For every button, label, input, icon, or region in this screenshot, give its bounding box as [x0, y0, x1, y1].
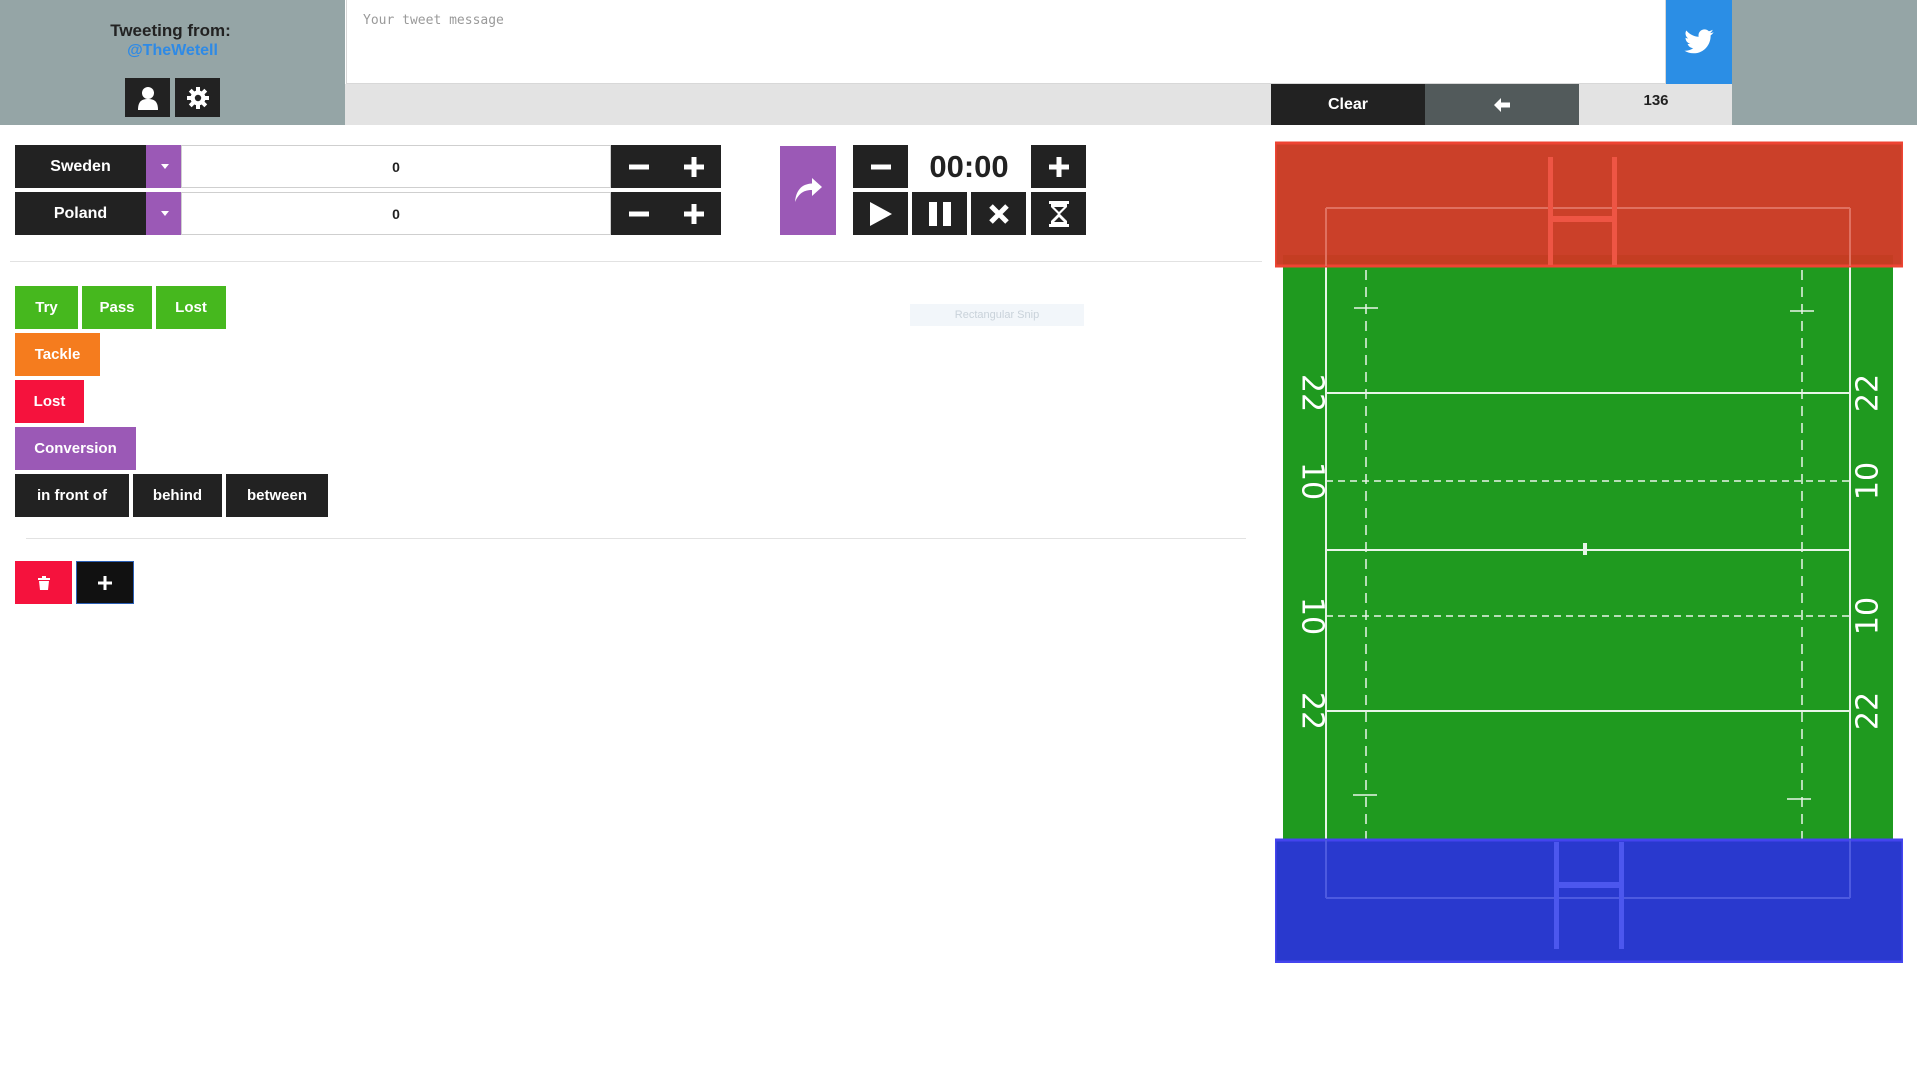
play-icon [869, 201, 892, 226]
clock-minus-button[interactable] [853, 145, 908, 188]
tweeting-from-label: Tweeting from: [110, 21, 231, 40]
10-label-left-bottom: 10 [1295, 597, 1330, 635]
team-2-dropdown[interactable] [146, 192, 183, 235]
delete-button[interactable] [15, 561, 72, 604]
minus-icon [628, 211, 649, 216]
snip-tooltip: Rectangular Snip [910, 304, 1084, 326]
account-panel [0, 0, 345, 125]
back-button[interactable] [1425, 84, 1579, 125]
goal-post-left [1554, 842, 1559, 949]
22-label-right-bottom: 22 [1851, 692, 1886, 730]
bottom-in-goal-zone [1275, 838, 1903, 963]
conversion-button[interactable]: Conversion [15, 427, 136, 470]
plus-icon [1048, 156, 1069, 177]
hourglass-icon [1048, 200, 1069, 227]
twitter-bird-icon [1684, 29, 1714, 54]
clock-pause-button[interactable] [912, 192, 967, 235]
goal-post-left [1548, 157, 1553, 265]
team-1-score[interactable] [181, 145, 611, 188]
trash-icon [37, 575, 50, 590]
22-label-left-top: 22 [1295, 374, 1330, 412]
behind-button[interactable]: behind [133, 474, 222, 517]
plus-icon [683, 156, 704, 177]
team-1-dropdown[interactable] [146, 145, 183, 188]
team-1-name[interactable]: Sweden [15, 145, 146, 188]
chevron-down-icon [160, 211, 169, 216]
lost-tackle-button[interactable]: Lost [15, 380, 84, 423]
clock-timer-button[interactable] [1031, 192, 1086, 235]
rugby-pitch[interactable]: 22 10 10 22 22 10 10 22 [1275, 140, 1903, 963]
10-label-right-top: 10 [1851, 462, 1886, 500]
team-2-minus-button[interactable] [611, 192, 666, 235]
tackle-button[interactable]: Tackle [15, 333, 100, 376]
account-button[interactable] [125, 78, 170, 117]
clock-play-button[interactable] [853, 192, 908, 235]
match-clock: 00:00 [929, 149, 1009, 184]
team-1-minus-button[interactable] [611, 145, 666, 188]
goal-crossbar [1548, 216, 1617, 222]
send-tweet-button[interactable] [1666, 0, 1732, 84]
header-right-panel [1732, 0, 1917, 125]
team-1-plus-button[interactable] [666, 145, 721, 188]
team-2-score[interactable] [181, 192, 611, 235]
try-button[interactable]: Try [15, 286, 78, 329]
goal-crossbar [1554, 882, 1624, 888]
clock-reset-button[interactable] [971, 192, 1026, 235]
goal-post-right [1612, 157, 1617, 265]
chevron-down-icon [160, 164, 169, 169]
minus-icon [628, 164, 649, 169]
section-divider [10, 261, 1262, 262]
close-icon [988, 203, 1009, 224]
22-label-right-top: 22 [1851, 374, 1886, 412]
settings-button[interactable] [175, 78, 220, 117]
top-in-goal-zone [1275, 141, 1903, 268]
10-label-left-top: 10 [1295, 462, 1330, 500]
pass-button[interactable]: Pass [82, 286, 152, 329]
section-divider [26, 538, 1246, 539]
between-button[interactable]: between [226, 474, 328, 517]
lost-possession-button[interactable]: Lost [156, 286, 226, 329]
twitter-handle-link[interactable]: @TheWetell [0, 42, 345, 60]
goal-post-right [1619, 842, 1624, 949]
clock-plus-button[interactable] [1031, 145, 1086, 188]
10-label-right-bottom: 10 [1851, 597, 1886, 635]
clear-button[interactable]: Clear [1271, 84, 1425, 125]
gear-icon [186, 86, 209, 109]
team-2-plus-button[interactable] [666, 192, 721, 235]
character-count: 136 [1643, 92, 1669, 109]
plus-icon [683, 203, 704, 224]
plus-icon [98, 575, 112, 590]
user-icon [137, 86, 158, 110]
team-2-name[interactable]: Poland [15, 192, 146, 235]
minus-icon [870, 164, 891, 169]
redo-icon [795, 177, 822, 202]
pause-icon [928, 201, 951, 226]
center-spot [1583, 543, 1587, 555]
add-button[interactable] [76, 561, 134, 604]
swap-teams-button[interactable] [780, 146, 836, 235]
22-label-left-bottom: 22 [1295, 692, 1330, 730]
in-front-of-button[interactable]: in front of [15, 474, 129, 517]
arrow-left-icon [1494, 97, 1510, 112]
tweet-message-input[interactable] [346, 0, 1666, 84]
